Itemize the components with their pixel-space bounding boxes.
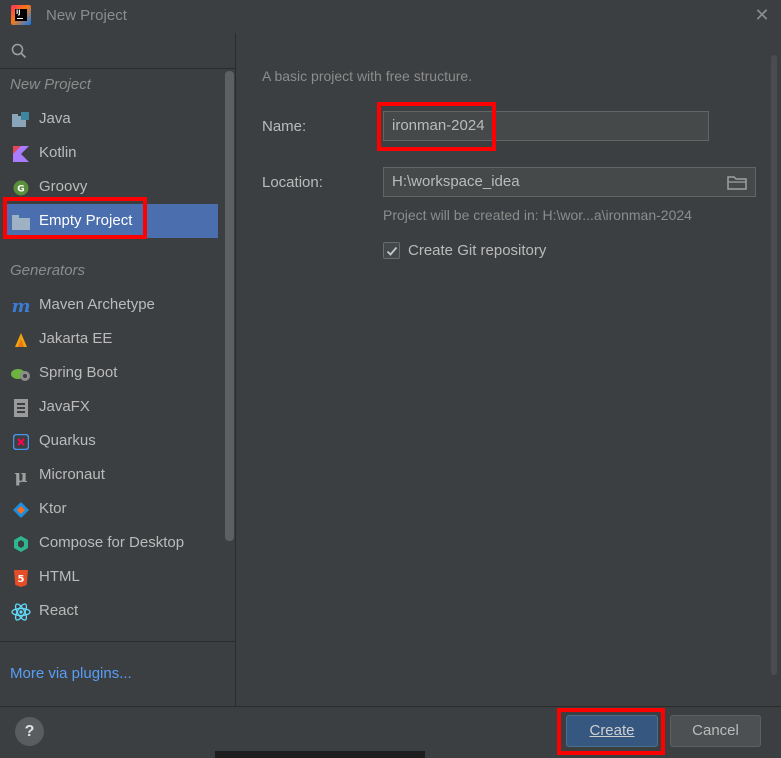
sidebar-item-label: Micronaut xyxy=(39,466,105,483)
more-via-plugins-link[interactable]: More via plugins... xyxy=(10,665,132,682)
sidebar-item-label: HTML xyxy=(39,568,80,585)
project-description: A basic project with free structure. xyxy=(262,68,473,84)
sidebar-item-label: Kotlin xyxy=(39,144,77,161)
sidebar-item-label: Java xyxy=(39,110,71,127)
sidebar-item-label: Empty Project xyxy=(39,212,133,229)
window-title: New Project xyxy=(46,7,127,24)
sidebar-item-empty-project[interactable]: Empty Project xyxy=(4,204,218,238)
kotlin-icon xyxy=(11,144,31,164)
sidebar-item-groovy[interactable]: G Groovy xyxy=(4,170,218,204)
quarkus-icon xyxy=(11,432,31,452)
sidebar-item-react[interactable]: React xyxy=(4,594,218,628)
cancel-button[interactable]: Cancel xyxy=(670,715,761,747)
section-header-new-project: New Project xyxy=(10,76,91,93)
sidebar-item-label: React xyxy=(39,602,79,619)
react-icon xyxy=(11,602,31,622)
browse-folder-icon[interactable] xyxy=(727,174,747,190)
project-type-sidebar: New Project Java Kotlin G Groovy Empty P… xyxy=(0,33,236,706)
spring-boot-icon xyxy=(11,364,31,384)
sidebar-item-micronaut[interactable]: μ Micronaut xyxy=(4,458,218,492)
svg-text:5: 5 xyxy=(18,574,25,585)
sidebar-item-label: Quarkus xyxy=(39,432,96,449)
project-settings-panel: A basic project with free structure. Nam… xyxy=(237,33,781,706)
name-field[interactable]: ironman-2024 xyxy=(383,111,709,141)
sidebar-item-label: Ktor xyxy=(39,500,67,517)
folder-icon xyxy=(11,212,31,232)
sidebar-item-spring-boot[interactable]: Spring Boot xyxy=(4,356,218,390)
location-label: Location: xyxy=(262,174,323,191)
sidebar-item-compose-for-desktop[interactable]: Compose for Desktop xyxy=(4,526,218,560)
maven-icon: m xyxy=(11,295,31,317)
javafx-icon xyxy=(11,398,31,418)
title-bar: IJ New Project ✕ xyxy=(0,0,781,33)
location-hint: Project will be created in: H:\wor...a\i… xyxy=(383,207,692,223)
create-git-repository-label[interactable]: Create Git repository xyxy=(408,242,546,259)
sidebar-item-label: JavaFX xyxy=(39,398,90,415)
create-git-repository-checkbox[interactable] xyxy=(383,242,400,259)
sidebar-scrollbar[interactable] xyxy=(225,71,234,541)
sidebar-item-label: Jakarta EE xyxy=(39,330,113,347)
java-folder-icon xyxy=(11,110,31,130)
section-header-generators: Generators xyxy=(10,262,86,279)
sidebar-item-java[interactable]: Java xyxy=(4,102,218,136)
name-field-value: ironman-2024 xyxy=(392,117,485,134)
sidebar-item-maven-archetype[interactable]: m Maven Archetype xyxy=(4,288,218,322)
intellij-logo-icon: IJ xyxy=(11,5,31,25)
search-icon xyxy=(11,43,27,59)
name-label: Name: xyxy=(262,118,307,135)
sidebar-item-kotlin[interactable]: Kotlin xyxy=(4,136,218,170)
sidebar-item-quarkus[interactable]: Quarkus xyxy=(4,424,218,458)
sidebar-item-label: Compose for Desktop xyxy=(39,534,185,551)
svg-text:G: G xyxy=(17,185,24,195)
html5-icon: 5 xyxy=(11,568,31,588)
compose-icon xyxy=(11,534,31,554)
sidebar-item-ktor[interactable]: Ktor xyxy=(4,492,218,526)
micronaut-icon: μ xyxy=(14,465,28,487)
check-icon xyxy=(386,246,398,256)
help-button[interactable]: ? xyxy=(15,717,44,746)
dialog-footer: ? Create Cancel xyxy=(0,706,781,758)
create-button-label: Create xyxy=(589,722,635,739)
location-field-value: H:\workspace_idea xyxy=(392,173,520,190)
main-scrollbar[interactable] xyxy=(771,55,777,675)
close-icon[interactable]: ✕ xyxy=(753,6,771,24)
sidebar-item-label: Maven Archetype xyxy=(39,296,155,313)
location-field[interactable]: H:\workspace_idea xyxy=(383,167,756,197)
jakarta-icon xyxy=(11,330,31,350)
sidebar-item-javafx[interactable]: JavaFX xyxy=(4,390,218,424)
groovy-icon: G xyxy=(11,178,31,198)
sidebar-divider xyxy=(0,641,236,642)
ktor-icon xyxy=(11,500,31,520)
sidebar-search[interactable] xyxy=(0,33,236,69)
background-strip xyxy=(215,751,425,758)
sidebar-item-jakarta-ee[interactable]: Jakarta EE xyxy=(4,322,218,356)
sidebar-item-html[interactable]: 5 HTML xyxy=(4,560,218,594)
sidebar-item-label: Spring Boot xyxy=(39,364,118,381)
create-button[interactable]: Create xyxy=(566,715,658,747)
sidebar-item-label: Groovy xyxy=(39,178,88,195)
